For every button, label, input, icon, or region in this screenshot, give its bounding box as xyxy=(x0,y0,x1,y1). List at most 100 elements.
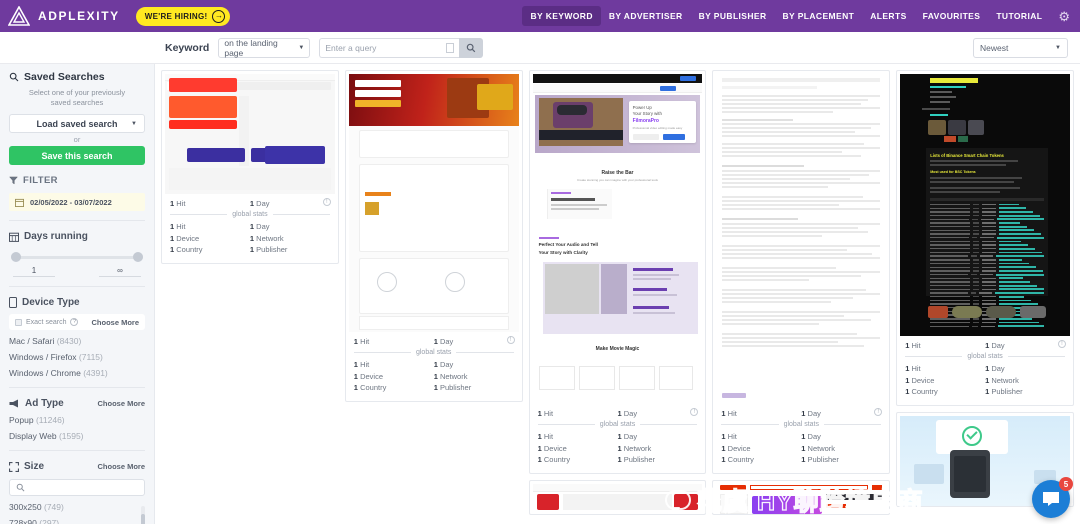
ad-thumbnail[interactable] xyxy=(716,74,886,404)
ad-thumbnail[interactable] xyxy=(165,74,335,194)
ad-card-text-article[interactable]: 1 Hit1 Day global stats 1 Hit1 Day 1 Dev… xyxy=(712,70,890,474)
ad-type-choose-more[interactable]: Choose More xyxy=(97,399,145,408)
stat-hits: 1 Hit xyxy=(354,337,434,346)
days-running-max[interactable]: ∞ xyxy=(99,266,141,277)
mobile-icon xyxy=(9,297,17,308)
search-bar: Keyword on the landing page ▼ Enter a qu… xyxy=(0,32,1080,64)
global-stat-countries: 1 Country xyxy=(905,387,985,396)
ad-type-title: Ad Type xyxy=(25,398,64,409)
keyboard-icon[interactable] xyxy=(446,43,454,53)
nav-tutorial[interactable]: TUTORIAL xyxy=(988,6,1050,26)
exact-search-row[interactable]: Exact search ? Choose More xyxy=(9,314,145,330)
brand-area: ADPLEXITY WE'RE HIRING! → xyxy=(8,6,230,26)
size-facet-list: 300x250 (749) 728x90 (297) 160x600 (174) xyxy=(9,502,145,524)
chevron-down-icon: ▼ xyxy=(298,45,304,51)
facet-count: (4391) xyxy=(83,368,108,378)
were-hiring-button[interactable]: WE'RE HIRING! → xyxy=(136,7,231,26)
ad-results-grid: 1 Hit 1 Day global stats 1 Hit 1 Day 1 D… xyxy=(155,64,1080,524)
search-button[interactable] xyxy=(459,38,483,58)
ad-stats: 1 Hit1 Day global stats 1 Hit1 Day 1 Dev… xyxy=(533,404,703,473)
ad-stats: 1 Hit1 Day global stats 1 Hit1 Day 1 Dev… xyxy=(716,404,886,473)
ad-thumbnail[interactable]: Power Up Your Story with FilmoraPro Prof… xyxy=(533,74,703,404)
date-range-filter[interactable]: 02/05/2022 - 03/07/2022 xyxy=(9,193,145,211)
ad-thumbnail[interactable] xyxy=(533,484,703,514)
device-type-choose-more[interactable]: Choose More xyxy=(91,318,139,327)
global-stat-networks: 1 Network xyxy=(985,376,1065,385)
nav-favourites[interactable]: FAVOURITES xyxy=(915,6,989,26)
size-search-input[interactable] xyxy=(9,479,145,496)
keyword-scope-select[interactable]: on the landing page ▼ xyxy=(218,38,310,58)
global-stat-publishers: 1 Publisher xyxy=(434,383,514,392)
ad-card-crypto-dark[interactable]: Lists of Binance Smart Chain Tokens Most… xyxy=(896,70,1074,406)
info-icon[interactable]: ! xyxy=(507,336,515,344)
ad-card-casino-landing[interactable]: 1 Hit1 Day global stats 1 Hit1 Day 1 Dev… xyxy=(345,70,523,402)
sort-value: Newest xyxy=(980,43,1008,53)
ad-thumbnail[interactable]: Lists of Binance Smart Chain Tokens Most… xyxy=(900,74,1070,336)
ad-card-red-article[interactable] xyxy=(529,480,707,515)
info-icon[interactable]: ! xyxy=(1058,340,1066,348)
size-scrollbar[interactable] xyxy=(141,506,145,524)
slider-knob-max[interactable] xyxy=(133,252,143,262)
days-running-title: Days running xyxy=(24,231,88,242)
global-stat-devices: 1 Device xyxy=(538,444,618,453)
size-header: Size Choose More xyxy=(9,461,145,472)
nav-by-advertiser[interactable]: BY ADVERTISER xyxy=(601,6,691,26)
size-choose-more[interactable]: Choose More xyxy=(97,462,145,471)
help-icon[interactable]: ? xyxy=(70,318,78,326)
global-stat-devices: 1 Device xyxy=(354,372,434,381)
nav-by-keyword[interactable]: BY KEYWORD xyxy=(522,6,600,26)
facet-count: (297) xyxy=(39,518,59,524)
date-range-value: 02/05/2022 - 03/07/2022 xyxy=(30,198,112,207)
device-facet-windows-firefox[interactable]: Windows / Firefox (7115) xyxy=(9,352,145,362)
sort-select[interactable]: Newest ▼ xyxy=(973,38,1068,58)
days-running-min[interactable]: 1 xyxy=(13,266,55,277)
chat-launcher-button[interactable]: 5 xyxy=(1032,480,1070,518)
ad-card-filmorapro[interactable]: Power Up Your Story with FilmoraPro Prof… xyxy=(529,70,707,474)
chat-unread-badge: 5 xyxy=(1059,477,1073,491)
nav-by-publisher[interactable]: BY PUBLISHER xyxy=(691,6,775,26)
ad-thumbnail[interactable] xyxy=(349,74,519,332)
global-stat-countries: 1 Country xyxy=(170,245,250,254)
keyword-label: Keyword xyxy=(165,42,209,54)
nav-by-placement[interactable]: BY PLACEMENT xyxy=(775,6,863,26)
exact-search-checkbox[interactable] xyxy=(15,319,22,326)
search-controls: Keyword on the landing page ▼ Enter a qu… xyxy=(165,38,483,58)
size-scrollbar-thumb[interactable] xyxy=(141,514,145,524)
gear-icon[interactable]: ⚙ xyxy=(1058,10,1070,23)
ad-type-facet-display-web[interactable]: Display Web (1595) xyxy=(9,431,145,441)
size-facet-728x90[interactable]: 728x90 (297) xyxy=(9,518,137,524)
days-running-header: Days running xyxy=(9,231,145,242)
megaphone-icon xyxy=(9,399,20,408)
global-stat-days: 1 Day xyxy=(250,222,330,231)
ad-card-aliexpress-home[interactable] xyxy=(712,480,890,515)
nav-alerts[interactable]: ALERTS xyxy=(862,6,914,26)
slider-knob-min[interactable] xyxy=(11,252,21,262)
ad-type-facet-popup[interactable]: Popup (11246) xyxy=(9,415,145,425)
search-input[interactable]: Enter a query xyxy=(319,38,459,58)
save-this-search-button[interactable]: Save this search xyxy=(9,146,145,165)
stat-days: 1 Day xyxy=(985,341,1065,350)
global-stat-networks: 1 Network xyxy=(801,444,881,453)
device-facet-windows-chrome[interactable]: Windows / Chrome (4391) xyxy=(9,368,145,378)
device-facet-mac-safari[interactable]: Mac / Safari (8430) xyxy=(9,336,145,346)
saved-searches-header: Saved Searches xyxy=(9,71,145,83)
size-facet-300x250[interactable]: 300x250 (749) xyxy=(9,502,137,512)
load-saved-search-button[interactable]: Load saved search ▼ xyxy=(9,114,145,133)
days-running-slider[interactable] xyxy=(11,252,143,262)
ad-thumbnail[interactable] xyxy=(716,484,886,514)
divider xyxy=(9,286,145,287)
info-icon[interactable]: ! xyxy=(323,198,331,206)
stat-hits: 1 Hit xyxy=(538,409,618,418)
stat-row-global-1: 1 Hit 1 Day xyxy=(170,222,330,231)
global-stat-publishers: 1 Publisher xyxy=(250,245,330,254)
days-running-values: 1 ∞ xyxy=(13,266,141,277)
facet-label: 300x250 xyxy=(9,502,42,512)
adplexity-logo-icon xyxy=(8,6,30,26)
stat-hits: 1 Hit xyxy=(721,409,801,418)
global-stats-separator: global stats xyxy=(721,421,881,428)
stat-days: 1 Day xyxy=(801,409,881,418)
or-divider-label: or xyxy=(9,135,145,144)
stat-row-global-3: 1 Country 1 Publisher xyxy=(170,245,330,254)
global-stat-devices: 1 Device xyxy=(721,444,801,453)
ad-card-aliexpress-coupon[interactable]: 1 Hit 1 Day global stats 1 Hit 1 Day 1 D… xyxy=(161,70,339,264)
